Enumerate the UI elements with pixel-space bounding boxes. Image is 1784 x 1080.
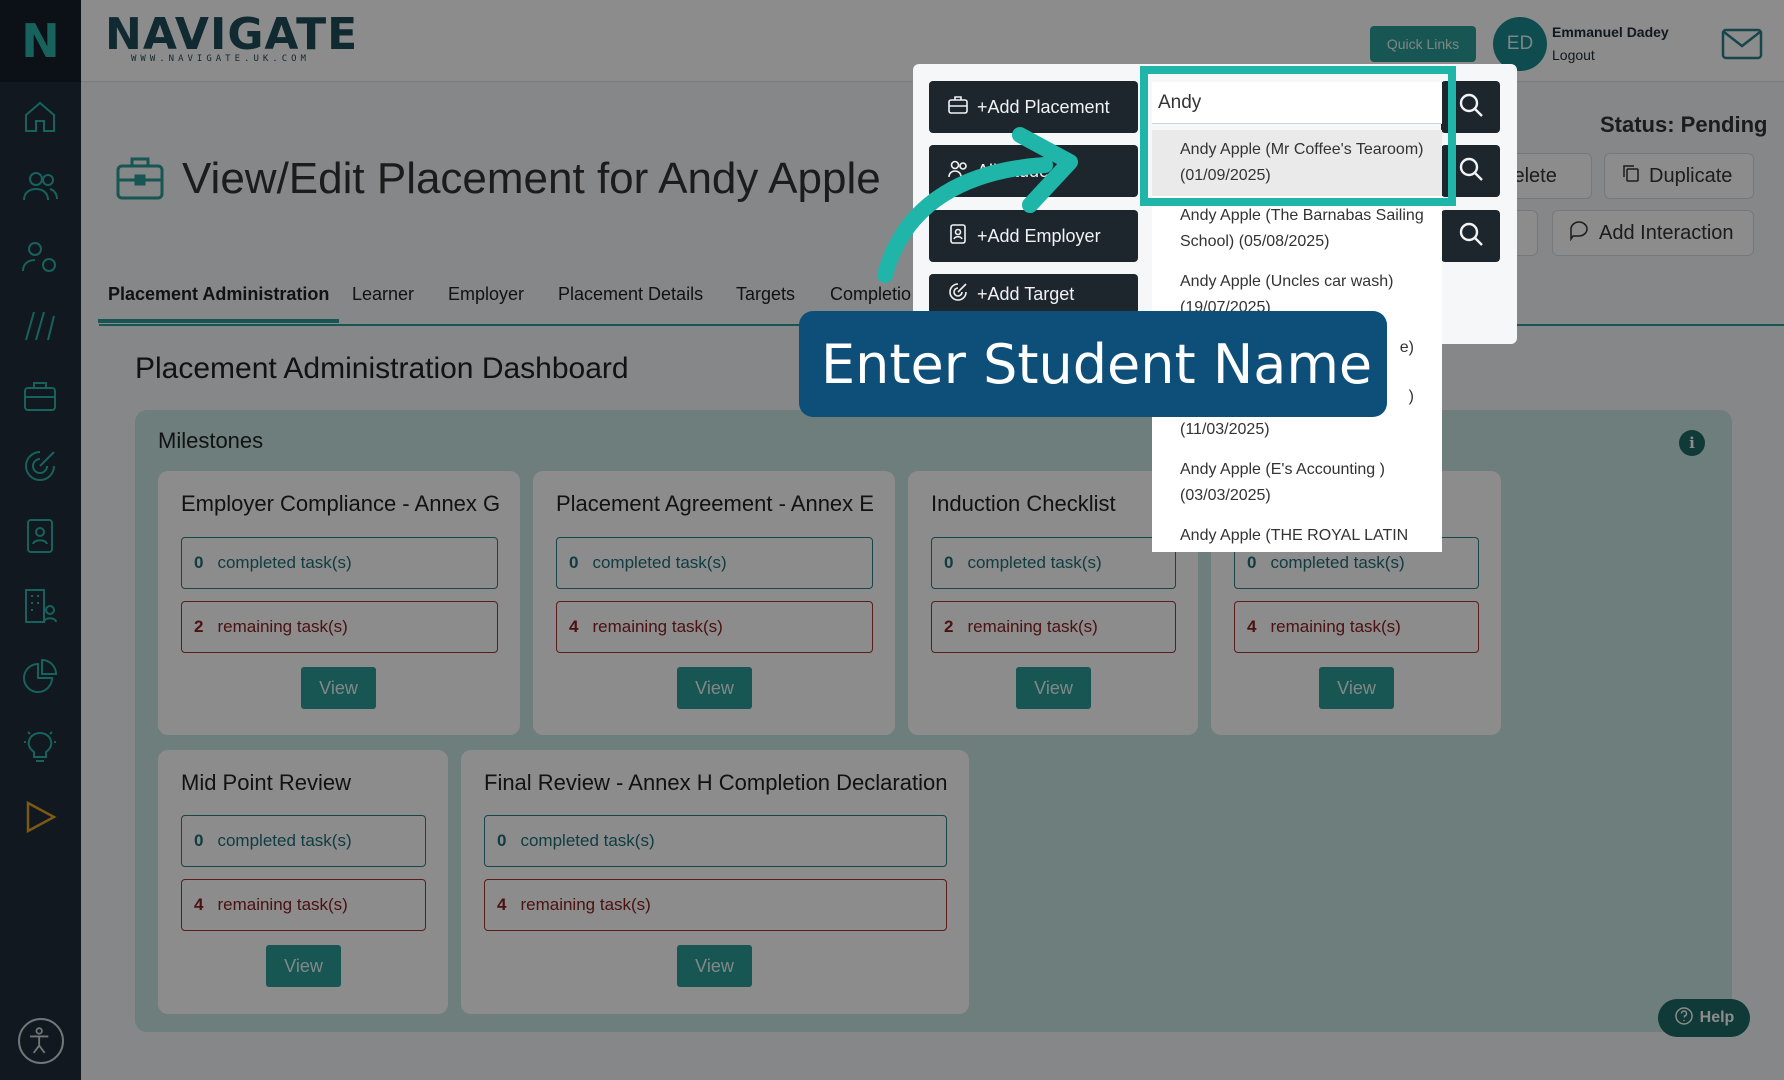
result-item[interactable]: Andy Apple (E's Accounting ) (03/03/2025… xyxy=(1152,450,1442,516)
search-icon xyxy=(1458,221,1484,252)
search-employer-button[interactable] xyxy=(1441,210,1500,262)
search-icon xyxy=(1458,156,1484,187)
tutorial-arrow-icon xyxy=(877,127,1078,283)
result-item[interactable]: Andy Apple (THE ROYAL LATIN SCHOOL) (13/… xyxy=(1152,516,1442,552)
result-item[interactable]: (11/03/2025) xyxy=(1152,417,1442,450)
highlight-frame xyxy=(1140,66,1456,206)
tutorial-callout: Enter Student Name xyxy=(799,311,1387,417)
search-icon xyxy=(1458,92,1484,123)
